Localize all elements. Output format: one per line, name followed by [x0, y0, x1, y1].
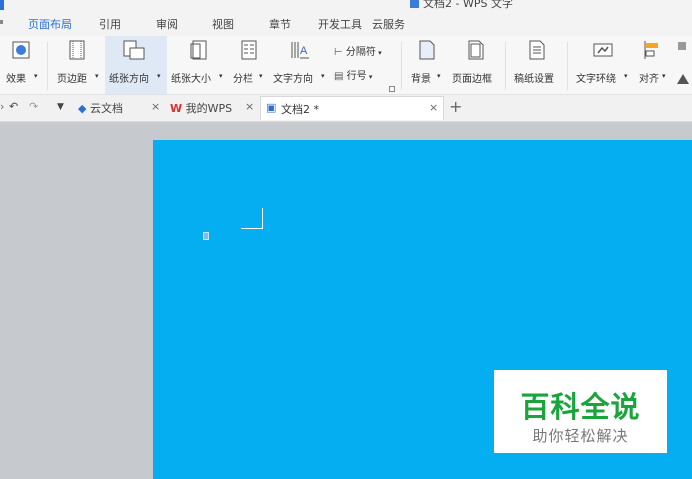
cloud-docs-icon: ◆ [78, 102, 87, 115]
divider [505, 42, 506, 90]
margin-corner-mark [241, 208, 263, 229]
text-direction-icon: A [291, 42, 309, 59]
tab-my-wps[interactable]: W 我的WPS [170, 100, 232, 116]
breaks-icon: ⊢ [334, 47, 343, 58]
watermark-title: 百科全说 [520, 390, 641, 424]
align-icon [644, 41, 658, 59]
close-my-wps-button[interactable]: × [245, 100, 254, 113]
group-launcher-icon[interactable] [389, 86, 395, 92]
app-logo-edge [0, 0, 4, 10]
paper-size-button[interactable]: 纸张大小 ▾ [168, 36, 228, 94]
divider [47, 42, 48, 90]
rotate-icon[interactable] [677, 74, 689, 84]
new-tab-button[interactable]: + [449, 97, 462, 116]
chevron-down-icon: ▾ [624, 72, 628, 80]
chevron-down-icon: ▾ [437, 72, 441, 80]
menu-bar: 页面布局 引用 审阅 视图 章节 开发工具 云服务 [0, 10, 692, 38]
tab-current-document[interactable]: ▣ 文档2 * × [260, 96, 444, 120]
tab-developer[interactable]: 开发工具 [318, 16, 362, 32]
chevron-down-icon: ▾ [34, 72, 38, 80]
columns-button[interactable]: 分栏 ▾ [229, 36, 269, 94]
redo-partial-icon[interactable]: › [0, 100, 4, 113]
draft-paper-icon [529, 40, 545, 60]
text-wrap-button[interactable]: 文字环绕 ▾ [571, 36, 631, 94]
watermark-subtitle: 助你轻松解决 [532, 427, 629, 445]
undo-icon[interactable]: ↶ [9, 100, 18, 113]
columns-icon [241, 40, 257, 60]
effects-icon [12, 41, 30, 59]
document-tab-bar: › ↶ ↷ ▼ ◆ 云文档 × W 我的WPS × ▣ 文档2 * × + [0, 95, 692, 122]
chevron-down-icon: ▾ [366, 73, 373, 81]
background-icon [419, 40, 435, 60]
tab-section[interactable]: 章节 [269, 16, 291, 32]
line-numbers-icon: ▤ [334, 71, 344, 82]
menu-overflow-icon[interactable] [0, 20, 3, 24]
chevron-down-icon: ▾ [375, 49, 382, 57]
close-document-button[interactable]: × [429, 101, 438, 114]
tab-view[interactable]: 视图 [212, 16, 234, 32]
chevron-down-icon: ▾ [259, 72, 263, 80]
chevron-down-icon: ▾ [219, 72, 223, 80]
breaks-button[interactable]: ⊢ 分隔符 ▾ [334, 43, 382, 58]
tab-references[interactable]: 引用 [99, 16, 121, 32]
text-direction-button[interactable]: A 文字方向 ▾ [270, 36, 330, 94]
tab-cloud-service[interactable]: 云服务 [372, 16, 405, 32]
bring-forward-icon[interactable] [678, 42, 686, 50]
margins-icon [69, 40, 85, 60]
text-wrap-icon [593, 43, 613, 57]
ribbon-toolbar: 效果 ▾ 页边距 ▾ 纸张方向 ▾ 纸张大小 ▾ 分栏 ▾ A 文字方向 ▾ ⊢… [0, 36, 692, 95]
page-border-button[interactable]: 页面边框 [450, 36, 502, 94]
divider [401, 42, 402, 90]
divider [567, 42, 568, 90]
quick-access-dropdown-icon[interactable]: ▼ [57, 102, 64, 112]
chevron-down-icon: ▾ [662, 72, 666, 80]
background-button[interactable]: 背景 ▾ [405, 36, 449, 94]
align-button[interactable]: 对齐 ▾ [633, 36, 673, 94]
window-title-bar: 文档2 - WPS 文字 [0, 0, 692, 10]
effects-button[interactable]: 效果 ▾ [0, 36, 44, 94]
tab-cloud-docs[interactable]: ◆ 云文档 [78, 100, 123, 116]
redo-icon[interactable]: ↷ [29, 100, 38, 113]
chevron-down-icon: ▾ [321, 72, 325, 80]
close-cloud-docs-button[interactable]: × [151, 100, 160, 113]
paper-size-icon [190, 40, 207, 60]
watermark-logo: 百科全说 助你轻松解决 [494, 370, 667, 453]
page-border-icon [468, 40, 484, 60]
chevron-down-icon: ▾ [95, 72, 99, 80]
orientation-button[interactable]: 纸张方向 ▾ [105, 36, 167, 94]
orientation-icon [123, 40, 145, 60]
document-icon: ▣ [266, 101, 277, 114]
margins-button[interactable]: 页边距 ▾ [52, 36, 104, 94]
wps-logo-icon: W [170, 102, 183, 115]
document-icon [410, 0, 419, 8]
window-title: 文档2 - WPS 文字 [410, 0, 513, 10]
svg-text:A: A [300, 45, 308, 57]
tab-page-layout[interactable]: 页面布局 [26, 16, 74, 38]
line-numbers-button[interactable]: ▤ 行号 ▾ [334, 67, 372, 82]
tab-review[interactable]: 审阅 [156, 16, 178, 32]
chevron-down-icon: ▾ [157, 72, 161, 80]
draft-paper-button[interactable]: 稿纸设置 [509, 36, 565, 94]
paragraph-mark-icon [203, 232, 209, 240]
